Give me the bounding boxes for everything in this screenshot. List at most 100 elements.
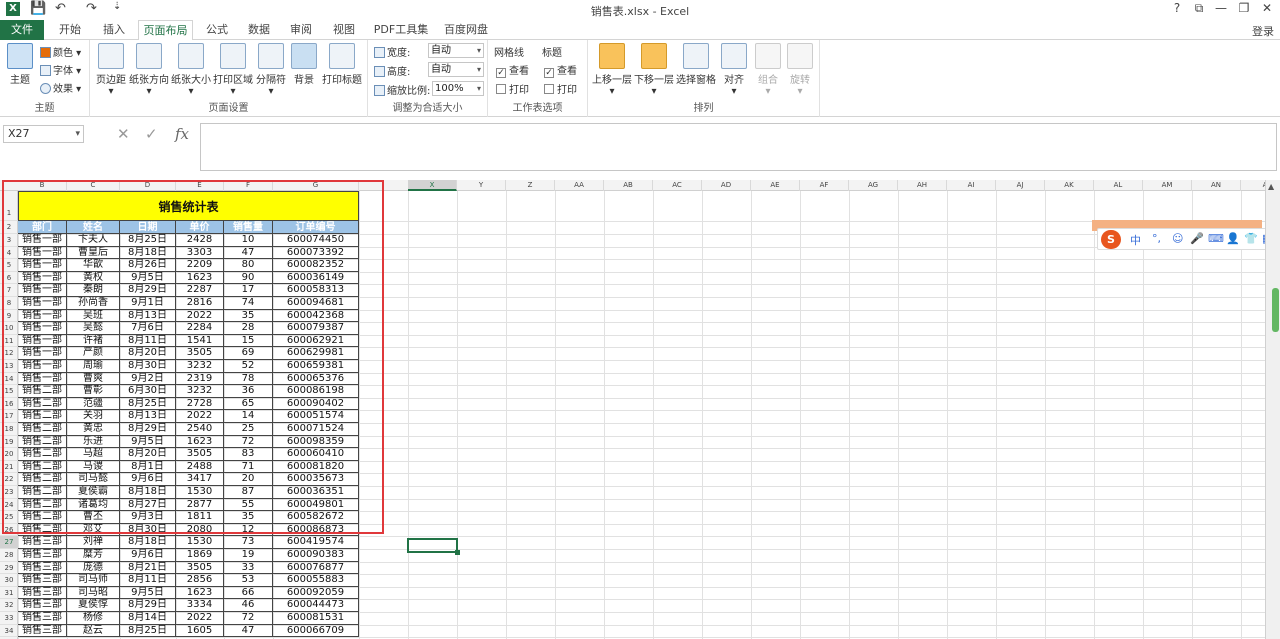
- tab-data[interactable]: 数据: [242, 20, 276, 40]
- row-header[interactable]: 31: [0, 587, 18, 600]
- user-icon[interactable]: 👤: [1226, 232, 1240, 245]
- column-header[interactable]: AA: [555, 180, 604, 191]
- punctuation-icon[interactable]: °,: [1152, 232, 1161, 245]
- column-header[interactable]: AI: [947, 180, 996, 191]
- column-header[interactable]: AN: [1192, 180, 1241, 191]
- login-link[interactable]: 登录: [1252, 23, 1274, 39]
- enter-icon[interactable]: ✓: [145, 125, 158, 143]
- table-cell[interactable]: 8月18日: [120, 536, 176, 549]
- voice-icon[interactable]: 🎤: [1190, 232, 1204, 245]
- table-cell[interactable]: 销售三部: [18, 599, 67, 612]
- minimize-icon[interactable]: —: [1210, 1, 1232, 15]
- width-dropdown[interactable]: 自动: [428, 43, 484, 58]
- restore-icon[interactable]: ❐: [1233, 1, 1255, 15]
- table-cell[interactable]: 杨修: [67, 612, 120, 625]
- table-cell[interactable]: 3505: [176, 561, 224, 575]
- column-header[interactable]: Z: [506, 180, 555, 191]
- table-cell[interactable]: 8月21日: [120, 561, 176, 575]
- table-cell[interactable]: 3334: [176, 599, 224, 612]
- row-header[interactable]: 32: [0, 599, 18, 612]
- active-cell-x27[interactable]: [407, 538, 460, 555]
- table-cell[interactable]: 600092059: [273, 586, 359, 600]
- table-cell[interactable]: 夏侯惇: [67, 599, 120, 612]
- print-area-button[interactable]: 打印区域 ▾: [212, 43, 254, 97]
- height-dropdown[interactable]: 自动: [428, 62, 484, 77]
- insert-function-icon[interactable]: fx: [175, 125, 189, 143]
- table-cell[interactable]: 600090383: [273, 549, 359, 562]
- table-cell[interactable]: 600076877: [273, 561, 359, 575]
- send-backward-button[interactable]: 下移一层 ▾: [633, 43, 675, 97]
- column-header[interactable]: AH: [898, 180, 947, 191]
- table-cell[interactable]: 8月25日: [120, 624, 176, 638]
- cancel-icon[interactable]: ✕: [117, 125, 130, 143]
- column-header[interactable]: AD: [702, 180, 751, 191]
- tab-formulas[interactable]: 公式: [200, 20, 234, 40]
- skin-icon[interactable]: 👕: [1244, 232, 1258, 245]
- table-cell[interactable]: 8月14日: [120, 612, 176, 625]
- table-cell[interactable]: 刘禅: [67, 536, 120, 549]
- background-button[interactable]: 背景: [290, 43, 318, 86]
- row-header[interactable]: 29: [0, 562, 18, 575]
- scale-spinner[interactable]: 100%: [432, 81, 484, 96]
- chinese-mode-icon[interactable]: 中: [1130, 232, 1141, 248]
- breaks-button[interactable]: 分隔符 ▾: [254, 43, 288, 97]
- table-cell[interactable]: 2022: [176, 612, 224, 625]
- tab-baidu-netdisk[interactable]: 百度网盘: [440, 20, 492, 40]
- column-header[interactable]: Y: [457, 180, 506, 191]
- table-cell[interactable]: 600044473: [273, 599, 359, 612]
- rotate-button[interactable]: 旋转 ▾: [786, 43, 814, 97]
- margins-button[interactable]: 页边距 ▾: [94, 43, 128, 97]
- sogou-logo-icon[interactable]: S: [1101, 230, 1121, 249]
- column-header[interactable]: AG: [849, 180, 898, 191]
- print-titles-button[interactable]: 打印标题: [320, 43, 364, 86]
- table-cell[interactable]: 庞德: [67, 561, 120, 575]
- column-header[interactable]: A: [1241, 180, 1265, 191]
- table-cell[interactable]: 9月5日: [120, 586, 176, 600]
- table-cell[interactable]: 销售三部: [18, 612, 67, 625]
- table-cell[interactable]: 47: [224, 624, 273, 638]
- tab-review[interactable]: 审阅: [284, 20, 318, 40]
- selection-pane-button[interactable]: 选择窗格: [675, 43, 717, 86]
- orientation-button[interactable]: 纸张方向 ▾: [128, 43, 170, 97]
- tab-page-layout[interactable]: 页面布局: [138, 20, 193, 41]
- column-header[interactable]: X: [408, 180, 457, 191]
- group-button[interactable]: 组合 ▾: [754, 43, 782, 97]
- worksheet-grid[interactable]: B C D E F G X Y Z AA AB AC AD AE AF AG AH AI AJ AK AL AM AN A 1…: [0, 180, 1265, 639]
- table-cell[interactable]: 73: [224, 536, 273, 549]
- formula-input[interactable]: [200, 123, 1277, 171]
- table-cell[interactable]: 1605: [176, 624, 224, 638]
- table-cell[interactable]: 1530: [176, 536, 224, 549]
- align-button[interactable]: 对齐 ▾: [720, 43, 748, 97]
- name-box[interactable]: X27: [3, 125, 84, 143]
- keyboard-icon[interactable]: ⌨: [1208, 232, 1224, 245]
- row-header[interactable]: 33: [0, 612, 18, 625]
- emoji-icon[interactable]: ☺: [1172, 232, 1183, 245]
- ribbon-display-options-icon[interactable]: ⧉: [1188, 1, 1210, 16]
- headings-print-checkbox[interactable]: 打印: [544, 81, 577, 96]
- column-header[interactable]: AC: [653, 180, 702, 191]
- table-cell[interactable]: 司马师: [67, 574, 120, 587]
- close-icon[interactable]: ✕: [1256, 1, 1278, 15]
- table-cell[interactable]: 1623: [176, 586, 224, 600]
- table-cell[interactable]: 19: [224, 549, 273, 562]
- theme-fonts-button[interactable]: 字体 ▾: [40, 62, 81, 77]
- table-cell[interactable]: 销售三部: [18, 561, 67, 575]
- row-header[interactable]: 34: [0, 625, 18, 638]
- table-cell[interactable]: 销售三部: [18, 586, 67, 600]
- table-cell[interactable]: 销售三部: [18, 574, 67, 587]
- tab-pdf-tools[interactable]: PDF工具集: [372, 20, 430, 40]
- table-cell[interactable]: 600066709: [273, 624, 359, 638]
- table-cell[interactable]: 销售三部: [18, 549, 67, 562]
- table-cell[interactable]: 销售三部: [18, 624, 67, 638]
- vertical-scrollbar[interactable]: ▲: [1265, 180, 1280, 639]
- column-header[interactable]: AB: [604, 180, 653, 191]
- table-cell[interactable]: 46: [224, 599, 273, 612]
- theme-colors-button[interactable]: 颜色 ▾: [40, 44, 81, 59]
- tab-home[interactable]: 开始: [52, 20, 88, 40]
- table-cell[interactable]: 600419574: [273, 536, 359, 549]
- theme-effects-button[interactable]: 效果 ▾: [40, 80, 81, 95]
- tab-view[interactable]: 视图: [326, 20, 362, 40]
- row-header[interactable]: 27: [0, 536, 18, 549]
- scroll-up-icon[interactable]: ▲: [1268, 182, 1274, 191]
- table-cell[interactable]: 72: [224, 612, 273, 625]
